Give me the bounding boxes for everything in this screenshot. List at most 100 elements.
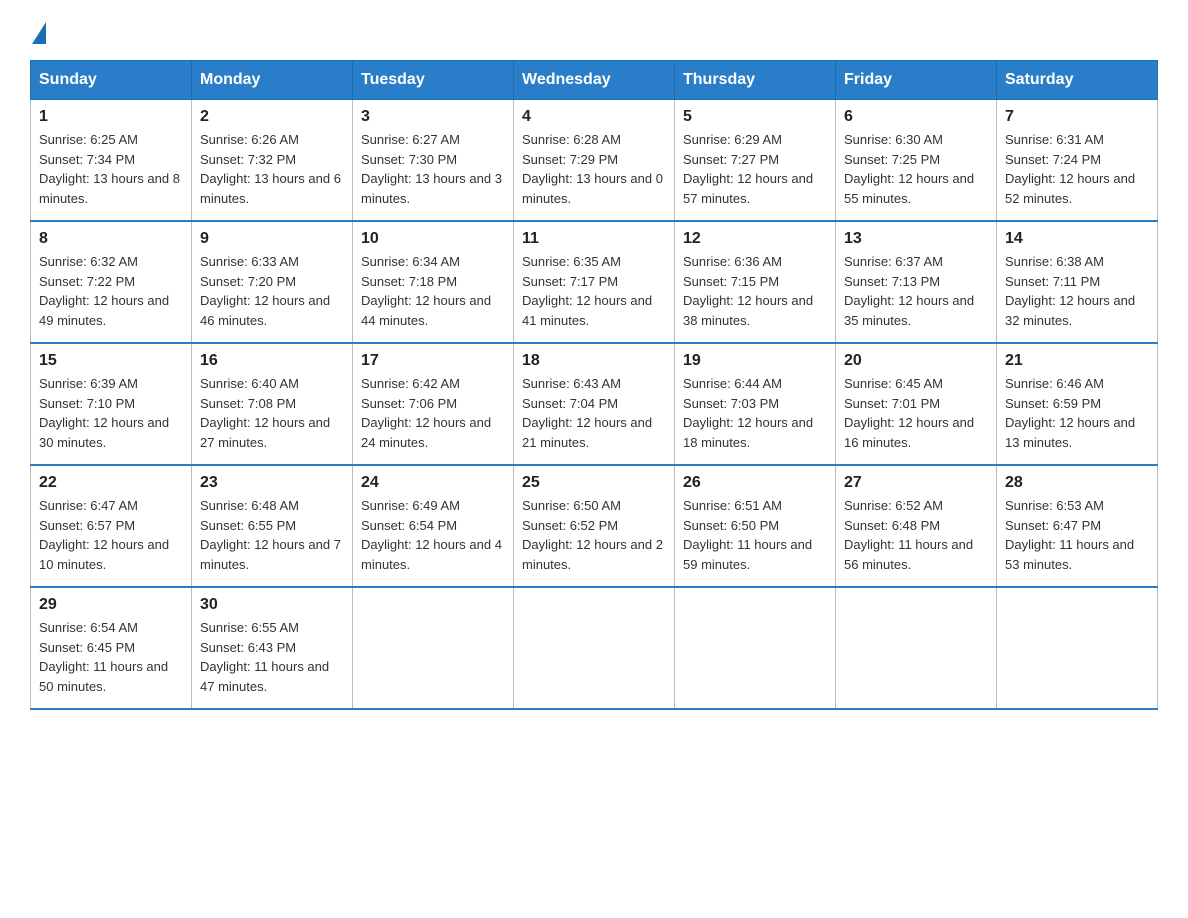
- col-header-wednesday: Wednesday: [514, 61, 675, 100]
- calendar-header-row: SundayMondayTuesdayWednesdayThursdayFrid…: [31, 61, 1158, 100]
- day-number: 12: [683, 230, 827, 248]
- day-info: Sunrise: 6:40 AMSunset: 7:08 PMDaylight:…: [200, 374, 344, 452]
- week-row-5: 29Sunrise: 6:54 AMSunset: 6:45 PMDayligh…: [31, 587, 1158, 709]
- day-cell-30: 30 Sunrise: 6:55 AMSunset: 6:43 PMDayligh…: [192, 587, 353, 709]
- day-cell-8: 8Sunrise: 6:32 AMSunset: 7:22 PMDaylight…: [31, 221, 192, 343]
- day-number: 22: [39, 474, 183, 492]
- day-info: Sunrise: 6:30 AMSunset: 7:25 PMDaylight:…: [844, 130, 988, 208]
- week-row-3: 15 Sunrise: 6:39 AMSunset: 7:10 PMDayligh…: [31, 343, 1158, 465]
- day-cell-15: 15 Sunrise: 6:39 AMSunset: 7:10 PMDayligh…: [31, 343, 192, 465]
- day-info: Sunrise: 6:43 AMSunset: 7:04 PMDaylight:…: [522, 374, 666, 452]
- day-info: Sunrise: 6:42 AMSunset: 7:06 PMDaylight:…: [361, 374, 505, 452]
- day-info: Sunrise: 6:31 AMSunset: 7:24 PMDaylight:…: [1005, 130, 1149, 208]
- day-cell-23: 23 Sunrise: 6:48 AMSunset: 6:55 PMDayligh…: [192, 465, 353, 587]
- day-cell-24: 24 Sunrise: 6:49 AMSunset: 6:54 PMDayligh…: [353, 465, 514, 587]
- day-number: 29: [39, 596, 183, 614]
- day-number: 5: [683, 108, 827, 126]
- day-cell-13: 13Sunrise: 6:37 AMSunset: 7:13 PMDayligh…: [836, 221, 997, 343]
- day-cell-9: 9 Sunrise: 6:33 AMSunset: 7:20 PMDaylight…: [192, 221, 353, 343]
- day-number: 18: [522, 352, 666, 370]
- col-header-thursday: Thursday: [675, 61, 836, 100]
- day-info: Sunrise: 6:46 AMSunset: 6:59 PMDaylight:…: [1005, 374, 1149, 452]
- day-info: Sunrise: 6:28 AMSunset: 7:29 PMDaylight:…: [522, 130, 666, 208]
- week-row-1: 1 Sunrise: 6:25 AMSunset: 7:34 PMDaylight…: [31, 100, 1158, 222]
- day-cell-4: 4 Sunrise: 6:28 AMSunset: 7:29 PMDaylight…: [514, 100, 675, 222]
- day-info: Sunrise: 6:35 AMSunset: 7:17 PMDaylight:…: [522, 252, 666, 330]
- week-row-2: 8Sunrise: 6:32 AMSunset: 7:22 PMDaylight…: [31, 221, 1158, 343]
- day-cell-20: 20 Sunrise: 6:45 AMSunset: 7:01 PMDayligh…: [836, 343, 997, 465]
- day-cell-16: 16 Sunrise: 6:40 AMSunset: 7:08 PMDayligh…: [192, 343, 353, 465]
- day-info: Sunrise: 6:38 AMSunset: 7:11 PMDaylight:…: [1005, 252, 1149, 330]
- day-info: Sunrise: 6:26 AMSunset: 7:32 PMDaylight:…: [200, 130, 344, 208]
- day-number: 15: [39, 352, 183, 370]
- day-info: Sunrise: 6:29 AMSunset: 7:27 PMDaylight:…: [683, 130, 827, 208]
- day-info: Sunrise: 6:45 AMSunset: 7:01 PMDaylight:…: [844, 374, 988, 452]
- day-number: 11: [522, 230, 666, 248]
- day-number: 26: [683, 474, 827, 492]
- day-number: 20: [844, 352, 988, 370]
- day-info: Sunrise: 6:33 AMSunset: 7:20 PMDaylight:…: [200, 252, 344, 330]
- day-cell-14: 14Sunrise: 6:38 AMSunset: 7:11 PMDayligh…: [997, 221, 1158, 343]
- day-cell-21: 21 Sunrise: 6:46 AMSunset: 6:59 PMDayligh…: [997, 343, 1158, 465]
- day-cell-12: 12 Sunrise: 6:36 AMSunset: 7:15 PMDayligh…: [675, 221, 836, 343]
- day-cell-6: 6 Sunrise: 6:30 AMSunset: 7:25 PMDaylight…: [836, 100, 997, 222]
- day-cell-27: 27 Sunrise: 6:52 AMSunset: 6:48 PMDayligh…: [836, 465, 997, 587]
- col-header-saturday: Saturday: [997, 61, 1158, 100]
- day-info: Sunrise: 6:39 AMSunset: 7:10 PMDaylight:…: [39, 374, 183, 452]
- day-info: Sunrise: 6:49 AMSunset: 6:54 PMDaylight:…: [361, 496, 505, 574]
- day-number: 9: [200, 230, 344, 248]
- day-number: 17: [361, 352, 505, 370]
- page-header: [30, 20, 1158, 42]
- empty-cell: [836, 587, 997, 709]
- day-cell-2: 2 Sunrise: 6:26 AMSunset: 7:32 PMDaylight…: [192, 100, 353, 222]
- day-number: 8: [39, 230, 183, 248]
- day-cell-19: 19Sunrise: 6:44 AMSunset: 7:03 PMDayligh…: [675, 343, 836, 465]
- empty-cell: [514, 587, 675, 709]
- day-cell-18: 18 Sunrise: 6:43 AMSunset: 7:04 PMDayligh…: [514, 343, 675, 465]
- day-number: 25: [522, 474, 666, 492]
- day-info: Sunrise: 6:27 AMSunset: 7:30 PMDaylight:…: [361, 130, 505, 208]
- day-info: Sunrise: 6:52 AMSunset: 6:48 PMDaylight:…: [844, 496, 988, 574]
- col-header-friday: Friday: [836, 61, 997, 100]
- day-number: 27: [844, 474, 988, 492]
- day-number: 24: [361, 474, 505, 492]
- empty-cell: [353, 587, 514, 709]
- col-header-monday: Monday: [192, 61, 353, 100]
- week-row-4: 22 Sunrise: 6:47 AMSunset: 6:57 PMDayligh…: [31, 465, 1158, 587]
- day-number: 10: [361, 230, 505, 248]
- day-info: Sunrise: 6:25 AMSunset: 7:34 PMDaylight:…: [39, 130, 183, 208]
- day-cell-25: 25 Sunrise: 6:50 AMSunset: 6:52 PMDayligh…: [514, 465, 675, 587]
- day-number: 6: [844, 108, 988, 126]
- empty-cell: [675, 587, 836, 709]
- day-cell-26: 26 Sunrise: 6:51 AMSunset: 6:50 PMDayligh…: [675, 465, 836, 587]
- day-number: 21: [1005, 352, 1149, 370]
- day-cell-28: 28Sunrise: 6:53 AMSunset: 6:47 PMDayligh…: [997, 465, 1158, 587]
- day-info: Sunrise: 6:55 AMSunset: 6:43 PMDaylight:…: [200, 618, 344, 696]
- day-info: Sunrise: 6:37 AMSunset: 7:13 PMDaylight:…: [844, 252, 988, 330]
- day-cell-29: 29Sunrise: 6:54 AMSunset: 6:45 PMDayligh…: [31, 587, 192, 709]
- day-number: 4: [522, 108, 666, 126]
- day-number: 30: [200, 596, 344, 614]
- day-info: Sunrise: 6:36 AMSunset: 7:15 PMDaylight:…: [683, 252, 827, 330]
- calendar-table: SundayMondayTuesdayWednesdayThursdayFrid…: [30, 60, 1158, 710]
- day-cell-17: 17 Sunrise: 6:42 AMSunset: 7:06 PMDayligh…: [353, 343, 514, 465]
- day-info: Sunrise: 6:47 AMSunset: 6:57 PMDaylight:…: [39, 496, 183, 574]
- day-info: Sunrise: 6:51 AMSunset: 6:50 PMDaylight:…: [683, 496, 827, 574]
- day-info: Sunrise: 6:53 AMSunset: 6:47 PMDaylight:…: [1005, 496, 1149, 574]
- day-number: 1: [39, 108, 183, 126]
- day-cell-7: 7 Sunrise: 6:31 AMSunset: 7:24 PMDaylight…: [997, 100, 1158, 222]
- day-number: 2: [200, 108, 344, 126]
- day-info: Sunrise: 6:48 AMSunset: 6:55 PMDaylight:…: [200, 496, 344, 574]
- logo-triangle-icon: [32, 22, 46, 44]
- day-cell-11: 11 Sunrise: 6:35 AMSunset: 7:17 PMDayligh…: [514, 221, 675, 343]
- day-number: 23: [200, 474, 344, 492]
- col-header-sunday: Sunday: [31, 61, 192, 100]
- day-cell-10: 10 Sunrise: 6:34 AMSunset: 7:18 PMDayligh…: [353, 221, 514, 343]
- day-number: 7: [1005, 108, 1149, 126]
- day-number: 16: [200, 352, 344, 370]
- empty-cell: [997, 587, 1158, 709]
- day-cell-3: 3Sunrise: 6:27 AMSunset: 7:30 PMDaylight…: [353, 100, 514, 222]
- day-cell-1: 1 Sunrise: 6:25 AMSunset: 7:34 PMDaylight…: [31, 100, 192, 222]
- day-info: Sunrise: 6:50 AMSunset: 6:52 PMDaylight:…: [522, 496, 666, 574]
- day-info: Sunrise: 6:34 AMSunset: 7:18 PMDaylight:…: [361, 252, 505, 330]
